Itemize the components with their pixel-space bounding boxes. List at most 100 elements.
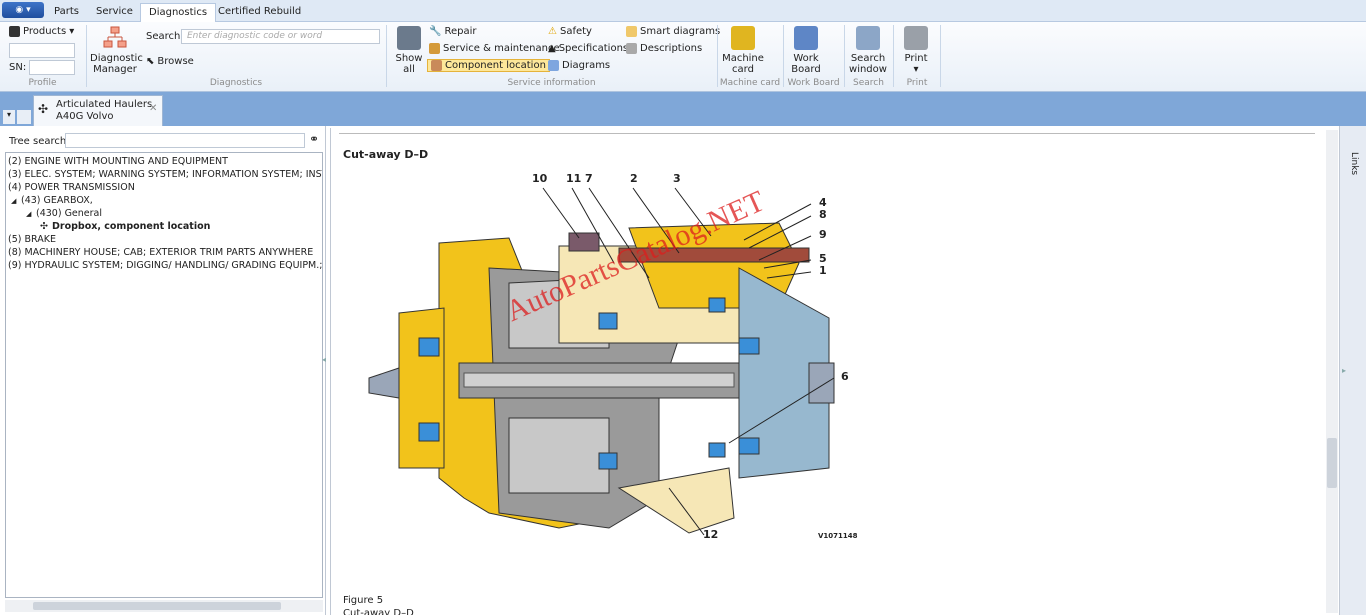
component-node-icon: ✣: [40, 221, 48, 232]
callout-label: 1: [819, 264, 827, 277]
document-tab-band: ▾ ✣ Articulated Haulers A40G Volvo ✕: [0, 92, 1366, 126]
links-tab[interactable]: Links: [1349, 152, 1359, 175]
descriptions-icon: [626, 43, 637, 54]
diagnostic-search-input[interactable]: Enter diagnostic code or word: [181, 29, 380, 44]
scroll-thumb[interactable]: [1327, 438, 1337, 488]
machine-card-button[interactable]: Machine card: [721, 26, 765, 75]
work-board-group-label: Work Board: [787, 78, 840, 88]
products-field[interactable]: [9, 43, 75, 58]
search-icon: [856, 26, 880, 50]
cursor-icon: ⬉: [146, 56, 155, 67]
search-label: Search:: [146, 31, 184, 42]
machine-icon: [731, 26, 755, 50]
board-icon: [794, 26, 818, 50]
location-icon: [431, 60, 442, 71]
pane-pin-button[interactable]: [17, 110, 31, 124]
chevron-down-icon: ▾: [69, 26, 75, 37]
callout-label: 10: [532, 172, 548, 185]
table-fragment: [339, 128, 1315, 134]
close-icon[interactable]: ✕: [149, 103, 157, 115]
callout-label: 11: [566, 172, 582, 185]
smart-diagrams-button[interactable]: Smart diagrams: [626, 26, 720, 37]
content-vertical-scrollbar[interactable]: [1326, 130, 1338, 613]
print-button[interactable]: Print ▾: [898, 26, 934, 75]
tree-node[interactable]: (5) BRAKE: [8, 234, 56, 246]
smart-diagram-icon: [626, 26, 637, 37]
scroll-thumb[interactable]: [33, 602, 281, 610]
repair-button[interactable]: 🔧 Repair: [429, 26, 476, 37]
figure-subcaption: Cut-away D–D: [343, 608, 414, 615]
tree-node[interactable]: (9) HYDRAULIC SYSTEM; DIGGING/ HANDLING/…: [8, 260, 322, 272]
app-menu-button[interactable]: ◉ ▾: [2, 2, 44, 18]
show-all-button[interactable]: Show all: [391, 26, 427, 75]
callout-label: 9: [819, 228, 827, 241]
expand-icon[interactable]: ◢: [11, 195, 16, 207]
sn-label: SN:: [9, 62, 27, 73]
image-code: V1071148: [818, 532, 858, 540]
diagrams-button[interactable]: Diagrams: [548, 60, 610, 71]
wrench-icon: 🔧: [429, 26, 442, 37]
diagnostics-group-label: Diagnostics: [209, 78, 263, 88]
tree-search-label: Tree search:: [9, 136, 70, 147]
machine-card-group-label: Machine card: [719, 78, 781, 88]
safety-button[interactable]: ⚠ Safety: [548, 26, 592, 37]
component-location-button[interactable]: Component location: [427, 59, 550, 72]
pane-dropdown-button[interactable]: ▾: [3, 110, 15, 124]
search-window-button[interactable]: Search window: [847, 26, 889, 75]
tree-search-input[interactable]: [65, 133, 305, 148]
products-dropdown[interactable]: Products ▾: [9, 26, 74, 37]
document-tab[interactable]: ✣ Articulated Haulers A40G Volvo ✕: [33, 95, 163, 126]
callout-label: 6: [841, 370, 849, 383]
callout-label: 7: [585, 172, 593, 185]
tree-node[interactable]: (3) ELEC. SYSTEM; WARNING SYSTEM; INFORM…: [8, 169, 322, 181]
callout-label: 2: [630, 172, 638, 185]
callout-label: 12: [703, 528, 719, 541]
warning-icon: ⚠: [548, 26, 557, 37]
oil-can-icon: [429, 43, 440, 54]
cutaway-diagram: [368, 187, 835, 536]
products-icon: [9, 26, 20, 37]
callout-label: 8: [819, 208, 827, 221]
service-info-group-label: Service information: [507, 78, 596, 88]
tree-node[interactable]: (43) GEARBOX,: [21, 195, 93, 207]
tab-diagnostics[interactable]: Diagnostics: [140, 3, 217, 22]
show-all-icon: [397, 26, 421, 50]
tree-node-selected[interactable]: Dropbox, component location: [52, 221, 210, 233]
machine-tab-icon: ✣: [38, 102, 49, 116]
tab-certified-rebuild[interactable]: Certified Rebuild: [210, 3, 309, 22]
printer-icon: [904, 26, 928, 50]
tab-service[interactable]: Service: [88, 3, 141, 22]
print-group-label: Print: [906, 78, 928, 88]
splitter-arrow-icon[interactable]: ◂: [322, 355, 326, 364]
diagnostic-manager-button[interactable]: Diagnostic Manager: [90, 26, 143, 75]
tree-view: (2) ENGINE WITH MOUNTING AND EQUIPMENT (…: [5, 152, 323, 598]
tree-horizontal-scrollbar[interactable]: [5, 600, 323, 612]
search-group-label: Search: [853, 78, 884, 88]
links-rail: Links ▸: [1339, 126, 1366, 615]
org-chart-icon: [103, 26, 127, 50]
descriptions-button[interactable]: Descriptions: [626, 43, 702, 54]
profile-group-label: Profile: [28, 78, 57, 88]
work-board-button[interactable]: Work Board: [786, 26, 826, 75]
document-content: Cut-away D–D 10 11 7 2 3 4 8 9 5 1 6 12 …: [330, 128, 1338, 615]
sn-field[interactable]: [29, 60, 75, 75]
service-maintenance-button[interactable]: Service & maintenance: [429, 43, 560, 54]
section-heading: Cut-away D–D: [343, 148, 429, 161]
tab-parts[interactable]: Parts: [46, 3, 87, 22]
specifications-icon: ▲: [548, 43, 556, 54]
browse-button[interactable]: ⬉ Browse: [146, 56, 194, 67]
tree-node[interactable]: (430) General: [36, 208, 102, 220]
diagram-icon: [548, 60, 559, 71]
tree-node[interactable]: (8) MACHINERY HOUSE; CAB; EXTERIOR TRIM …: [8, 247, 313, 259]
main-tab-strip: ◉ ▾ Parts Service Diagnostics Certified …: [0, 0, 1366, 22]
ribbon: Products ▾ SN: Profile Diagnostic Manage…: [0, 22, 1366, 92]
expand-right-icon[interactable]: ▸: [1342, 366, 1346, 375]
chevron-down-icon: ▾: [913, 64, 919, 75]
tree-node[interactable]: (4) POWER TRANSMISSION: [8, 182, 135, 194]
tree-panel: Tree search: ⚭ (2) ENGINE WITH MOUNTING …: [0, 126, 326, 615]
callout-label: 3: [673, 172, 681, 185]
specifications-button[interactable]: ▲ Specifications: [548, 43, 628, 54]
expand-icon[interactable]: ◢: [26, 208, 31, 220]
binoculars-icon[interactable]: ⚭: [309, 132, 319, 146]
tree-node[interactable]: (2) ENGINE WITH MOUNTING AND EQUIPMENT: [8, 156, 228, 168]
